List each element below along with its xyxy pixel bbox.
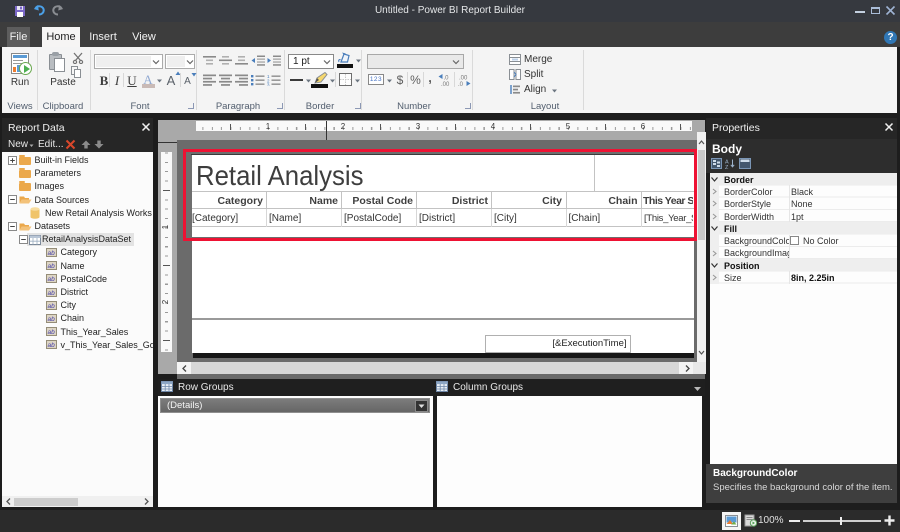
svg-text:ab: ab (48, 342, 56, 348)
svg-text:.0: .0 (458, 82, 464, 87)
svg-text:.00: .00 (441, 82, 450, 87)
svg-text:.0: .0 (444, 76, 450, 82)
svg-text:ab: ab (48, 303, 56, 309)
svg-text:ab: ab (48, 276, 56, 282)
svg-text:ab: ab (48, 250, 56, 256)
svg-text:ab: ab (48, 316, 56, 322)
svg-text:ab: ab (48, 329, 56, 335)
svg-text:ab: ab (48, 290, 56, 296)
svg-text:ab: ab (48, 263, 56, 269)
svg-text:3: 3 (267, 83, 270, 87)
svg-text:Z: Z (725, 165, 729, 169)
svg-text:.00: .00 (459, 76, 468, 82)
